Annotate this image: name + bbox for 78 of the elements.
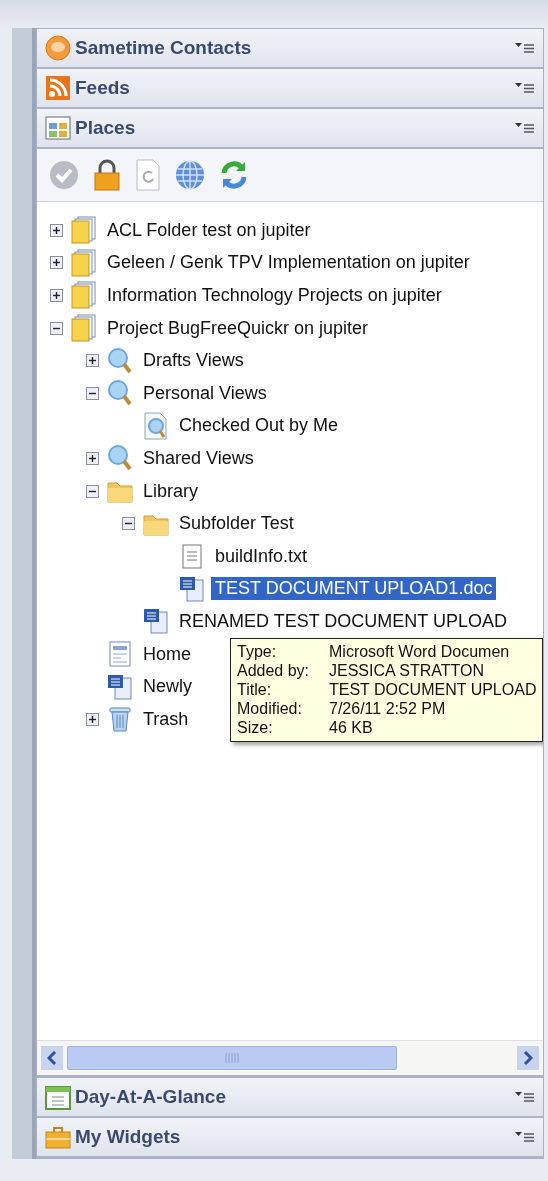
padlock-icon[interactable] [93,159,121,191]
scroll-right-icon[interactable] [517,1046,539,1070]
tooltip-label: Title: [237,681,273,699]
tree-item[interactable]: Checked Out by Me [175,414,343,438]
section-title: My Widgets [75,1126,182,1148]
scrollbar-thumb[interactable] [67,1046,397,1070]
stacked-folder-icon [71,281,97,310]
tooltip-value: JESSICA STRATTON [329,662,485,680]
tooltip-value: Microsoft Word Documen [329,643,511,661]
stacked-folder-icon [71,314,97,343]
feed-icon [45,75,71,101]
menu-icon[interactable] [515,42,535,54]
checkmark-icon[interactable] [49,160,79,190]
minus-icon[interactable] [85,386,99,400]
menu-icon[interactable] [515,122,535,134]
document-magnifier-icon [143,411,169,440]
section-title: Places [75,117,137,139]
plus-icon[interactable] [49,223,63,237]
text-file-icon [179,542,205,571]
plus-icon[interactable] [49,289,63,302]
tree-item[interactable]: Library [139,479,203,503]
tree-item[interactable]: RENAMED TEST DOCUMENT UPLOAD [175,609,512,633]
tree-item[interactable]: ACL Folder test on jupiter [103,218,315,242]
refresh-icon[interactable] [219,160,249,190]
tooltip-value: 46 KB [329,719,374,737]
section-header[interactable]: My Widgets [37,1118,543,1158]
word-document-icon [107,672,133,701]
word-document-icon [179,574,205,603]
plus-icon[interactable] [85,712,99,726]
page-icon [107,640,133,668]
tooltip-label: Type: [237,643,278,661]
trash-icon [107,705,133,734]
tree-item[interactable]: Subfolder Test [175,512,298,536]
horizontal-scrollbar[interactable] [37,1040,543,1078]
stacked-folder-icon [71,248,97,277]
menu-icon[interactable] [515,82,535,94]
magnifier-icon [107,346,133,375]
tooltip-value: TEST DOCUMENT UPLOAD [329,681,537,699]
stacked-folder-icon [71,216,97,245]
minus-icon[interactable] [49,321,63,335]
section-title: Sametime Contacts [75,37,253,59]
tree-item[interactable]: Personal Views [139,381,271,405]
minus-icon[interactable] [85,484,99,498]
section-header[interactable]: Feeds [37,69,543,109]
menu-icon[interactable] [515,1131,535,1143]
tree-item[interactable]: Home [139,642,195,666]
magnifier-icon [107,379,133,408]
tooltip-label: Modified: [237,700,303,718]
tree-item[interactable]: Shared Views [139,446,258,470]
chat-bubble-icon [45,35,71,61]
toolbox-icon [45,1124,71,1150]
section-header[interactable]: Sametime Contacts [37,29,543,69]
plus-icon[interactable] [85,354,99,368]
menu-icon[interactable] [515,1091,535,1103]
tree-item[interactable]: buildInfo.txt [211,544,312,568]
word-document-icon [143,607,169,636]
magnifier-icon [107,444,133,473]
minus-icon[interactable] [121,517,135,531]
plus-icon[interactable] [49,256,63,270]
scroll-left-icon[interactable] [41,1046,63,1070]
tree-item[interactable]: Project BugFreeQuickr on jupiter [103,316,373,340]
plus-icon[interactable] [85,451,99,465]
section-header[interactable]: Places [37,109,543,149]
section-title: Day-At-A-Glance [75,1086,227,1108]
tree-item[interactable]: Geleen / Genk TPV Implementation on jupiter [103,251,474,275]
tree-item[interactable]: Information Technology Projects on jupiter [103,284,446,307]
tree-item[interactable]: Trash [139,707,193,731]
tooltip-label: Added by: [237,662,311,680]
section-title: Feeds [75,77,131,99]
tree-item[interactable]: Drafts Views [139,349,248,373]
section-header[interactable]: Day-At-A-Glance [37,1078,543,1118]
tree-item[interactable]: TEST DOCUMENT UPLOAD1.doc [211,577,497,601]
tooltip-value: 7/26/11 2:52 PM [329,700,447,718]
tooltip-label: Size: [237,719,274,737]
calendar-icon [45,1084,71,1110]
tree-item[interactable]: Newly [139,675,196,699]
grid-window-icon [45,115,71,141]
globe-icon[interactable] [175,160,205,190]
